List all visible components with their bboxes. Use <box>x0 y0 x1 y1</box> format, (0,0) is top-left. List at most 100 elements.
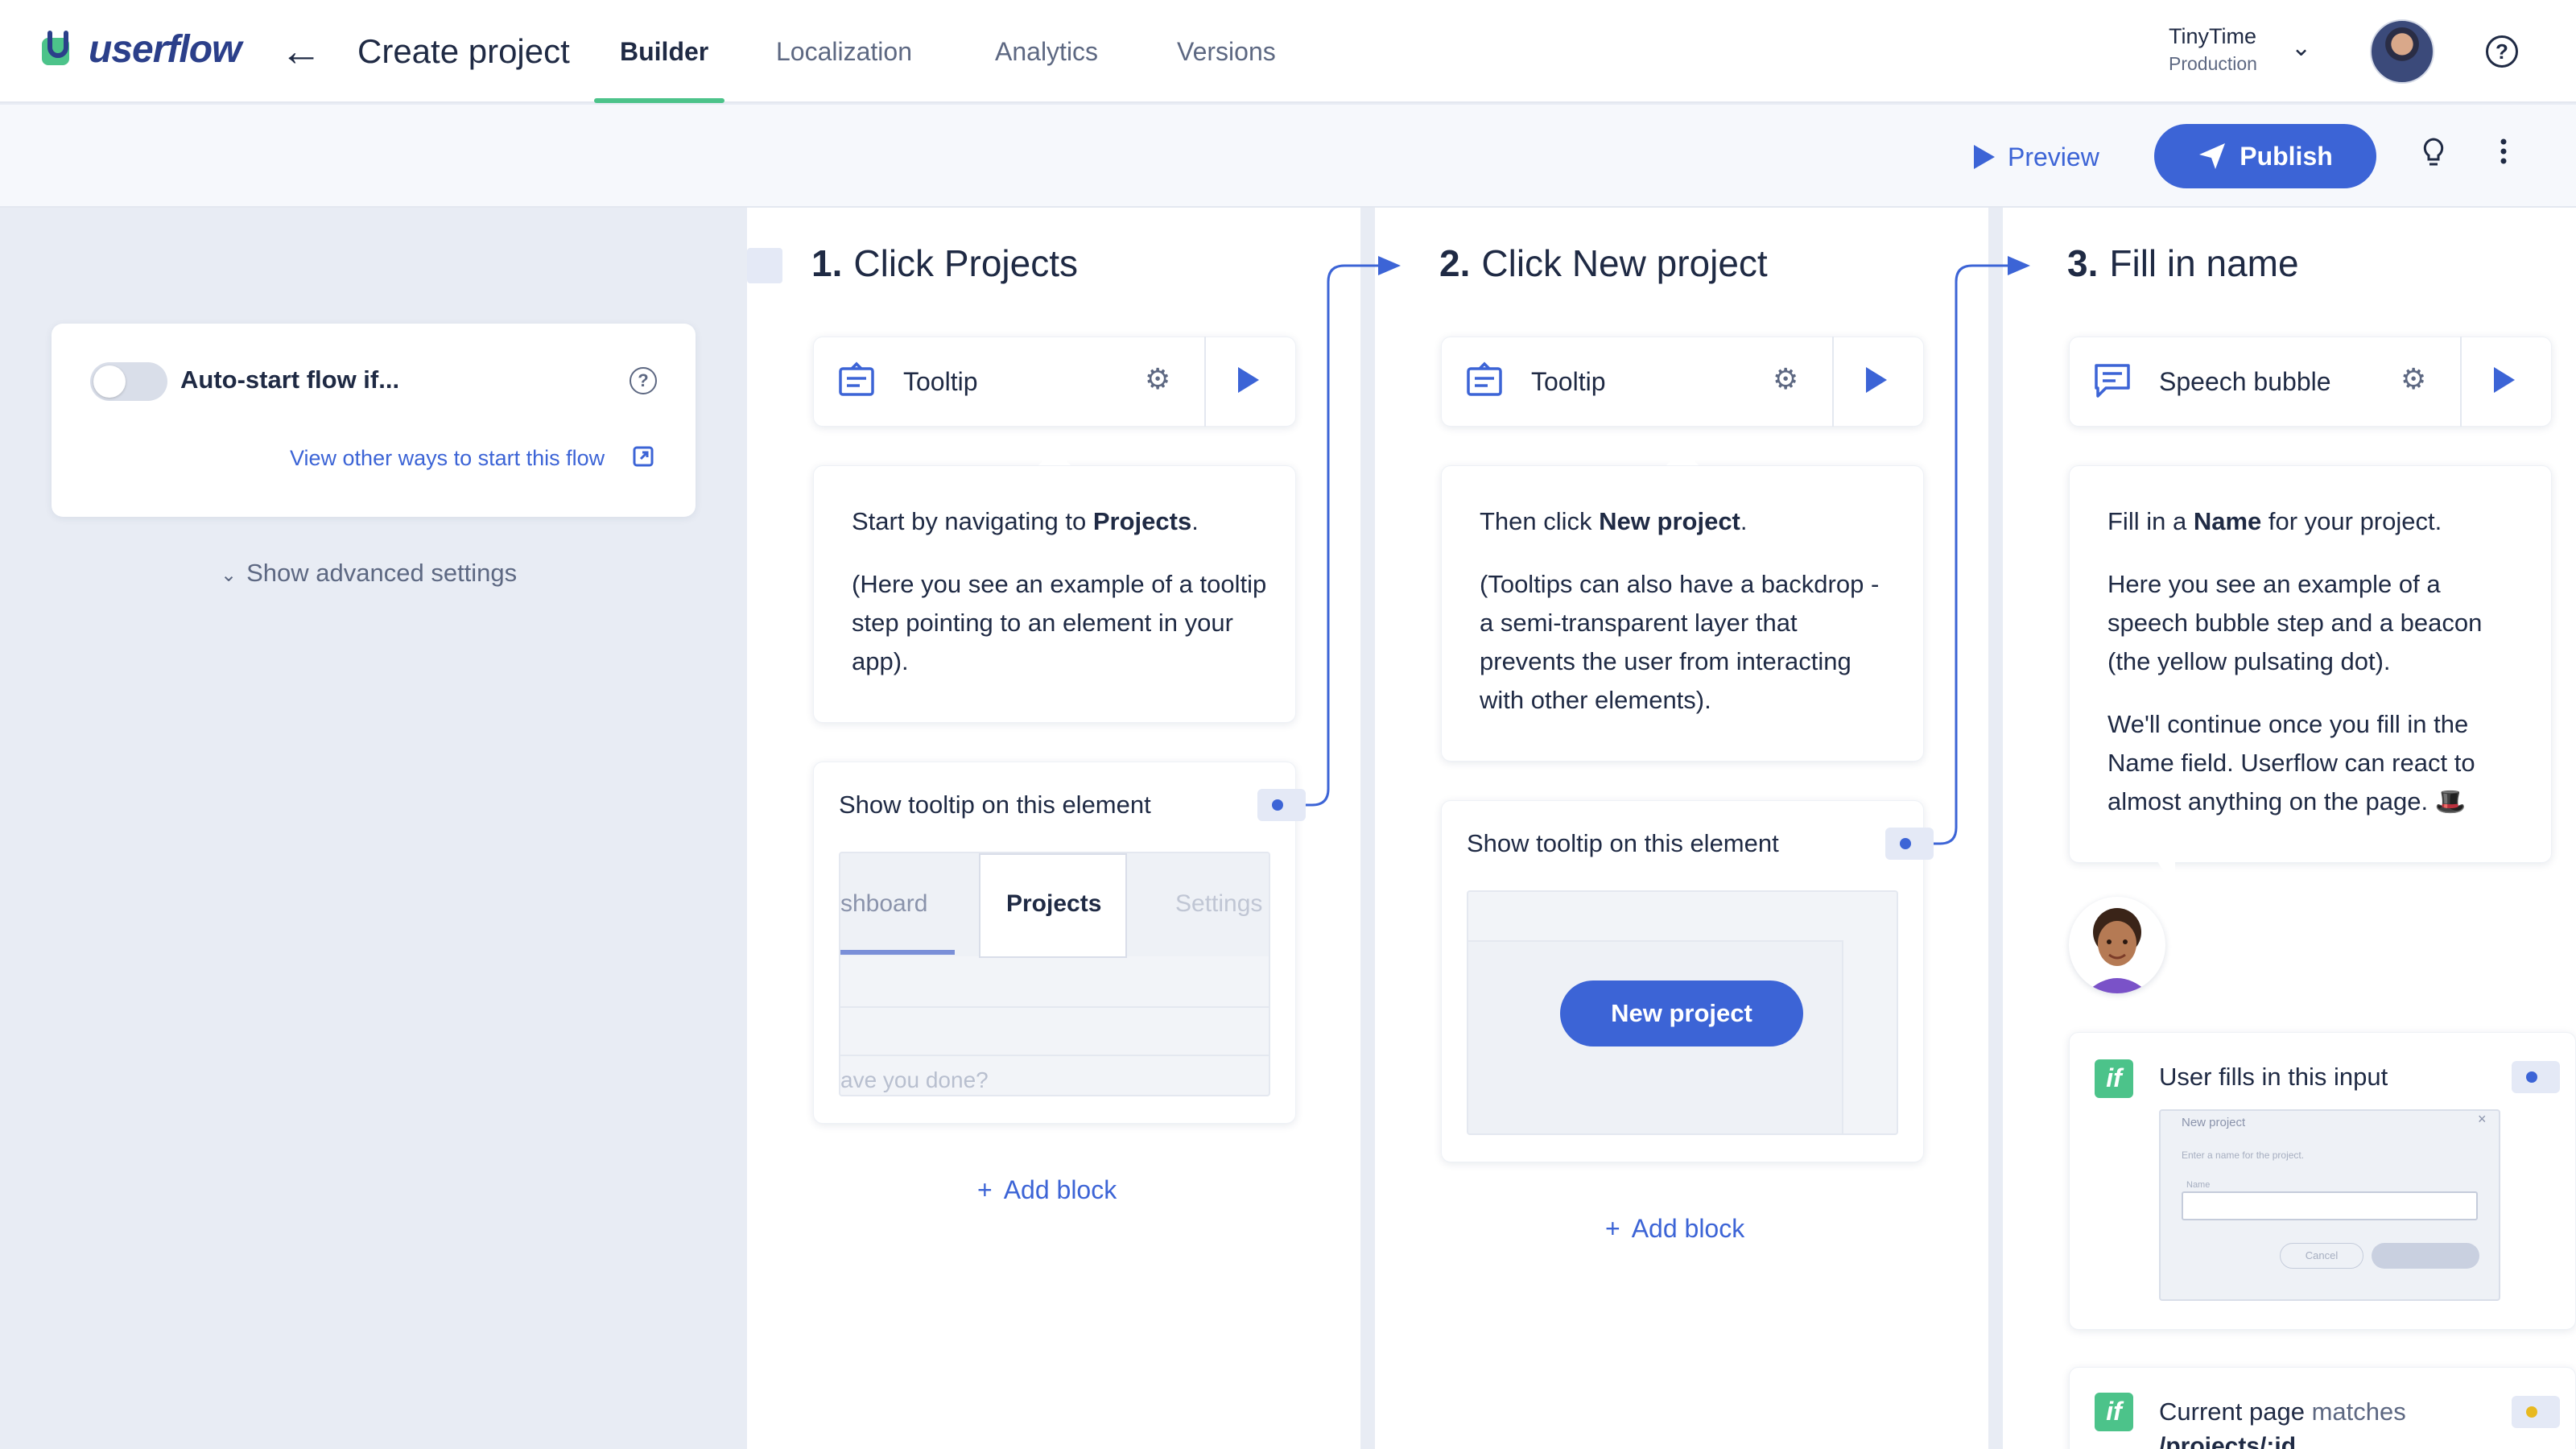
connector-handle[interactable] <box>2512 1061 2560 1093</box>
start-settings-card <box>52 324 696 517</box>
page-title: Create project <box>357 32 570 70</box>
tooltip-pointer <box>1038 449 1071 465</box>
preview-tab: Settings <box>1175 890 1263 917</box>
block-header-card[interactable] <box>813 336 1296 427</box>
divider <box>2460 336 2462 427</box>
if-badge-icon: if <box>2095 1059 2133 1098</box>
column-divider <box>1360 208 1375 1449</box>
chevron-down-icon: ⌄ <box>221 564 237 586</box>
content-paragraph: (Tooltips can also have a backdrop - a s… <box>1480 570 1880 714</box>
element-preview: shboard Projects Settings ave you done? <box>839 852 1270 1096</box>
block-header-card[interactable] <box>1441 336 1924 427</box>
step-title[interactable]: 2. Click New project <box>1439 242 1768 285</box>
autostart-label: Auto-start flow if... <box>180 365 400 394</box>
step-title-text: Click Projects <box>853 242 1078 284</box>
step-number: 2. <box>1439 242 1471 284</box>
step-title[interactable]: 1. Click Projects <box>811 242 1078 285</box>
help-icon[interactable]: ? <box>2486 35 2518 68</box>
target-label: Show tooltip on this element <box>839 791 1151 819</box>
preview-placeholder: ave you done? <box>840 1067 989 1092</box>
play-icon[interactable] <box>2492 365 2516 398</box>
preview-tab-underline <box>840 950 955 955</box>
step-title-text: Fill in name <box>2109 242 2299 284</box>
autostart-toggle[interactable] <box>90 362 167 401</box>
plus-icon: + <box>977 1175 993 1204</box>
if-badge-icon: if <box>2095 1393 2133 1431</box>
user-avatar[interactable] <box>2370 19 2434 84</box>
org-name[interactable]: TinyTime <box>2169 24 2256 49</box>
input-preview: New project × Enter a name for the proje… <box>2159 1109 2500 1301</box>
divider <box>1204 336 1206 427</box>
advanced-label: Show advanced settings <box>246 559 518 587</box>
target-label: Show tooltip on this element <box>1467 829 1779 857</box>
preview-dialog-title: New project <box>2182 1116 2246 1129</box>
character-avatar <box>2069 897 2165 993</box>
content-paragraph: Start by navigating to Projects. <box>852 507 1199 535</box>
condition-path: /projects/:id <box>2159 1433 2297 1449</box>
column-divider <box>1988 208 2003 1449</box>
divider <box>1832 336 1834 427</box>
connector-handle[interactable] <box>1885 828 1934 860</box>
tooltip-icon <box>837 361 876 399</box>
preview-label: Preview <box>2008 142 2099 171</box>
preview-tab-selected: Projects <box>1006 890 1102 917</box>
play-icon <box>1974 145 1995 169</box>
plus-icon: + <box>1605 1214 1620 1243</box>
connector-handle[interactable] <box>2512 1396 2560 1428</box>
question-icon[interactable]: ? <box>630 367 657 394</box>
step-title[interactable]: 3. Fill in name <box>2067 242 2299 285</box>
speech-bubble-content: Fill in a Name for your project. Here yo… <box>2107 502 2526 821</box>
publish-label: Publish <box>2240 141 2333 171</box>
connector-handle[interactable] <box>1257 789 1306 821</box>
external-link-icon[interactable] <box>633 446 654 473</box>
add-block-button[interactable]: + Add block <box>977 1175 1117 1205</box>
show-advanced-settings[interactable]: ⌄ Show advanced settings <box>221 559 517 588</box>
back-arrow-icon[interactable]: ← <box>280 31 322 72</box>
publish-button[interactable]: Publish <box>2154 124 2376 188</box>
content-paragraph: Here you see an example of a speech bubb… <box>2107 570 2483 675</box>
block-type-label: Speech bubble <box>2159 367 2331 396</box>
preview-field-label: Name <box>2186 1180 2211 1190</box>
preview-tab: shboard <box>840 890 928 917</box>
chevron-down-icon[interactable]: ⌄ <box>2291 34 2311 62</box>
step-number: 1. <box>811 242 843 284</box>
tab-builder[interactable]: Builder <box>620 37 708 67</box>
preview-button[interactable]: Preview <box>1972 137 2099 177</box>
tab-localization[interactable]: Localization <box>776 37 912 67</box>
userflow-logo[interactable]: userflow <box>39 27 242 72</box>
block-type-label: Tooltip <box>903 367 978 396</box>
preview-hint: Enter a name for the project. <box>2182 1150 2305 1161</box>
gear-icon[interactable]: ⚙ <box>1145 362 1170 396</box>
element-preview: New project <box>1467 890 1898 1135</box>
preview-new-project-button: New project <box>1560 980 1803 1046</box>
content-paragraph: Then click New project. <box>1480 507 1748 535</box>
condition-label: User fills in this input <box>2159 1063 2388 1091</box>
step-title-text: Click New project <box>1481 242 1768 284</box>
play-icon[interactable] <box>1236 365 1261 398</box>
speech-bubble-icon <box>2093 361 2132 399</box>
lightbulb-icon[interactable] <box>2421 137 2446 176</box>
gear-icon[interactable]: ⚙ <box>1773 362 1798 396</box>
tooltip-pointer <box>1666 449 1699 465</box>
step-input-pin <box>747 248 782 283</box>
gear-icon[interactable]: ⚙ <box>2401 362 2426 396</box>
content-paragraph: Fill in a Name for your project. <box>2107 507 2442 535</box>
tooltip-icon <box>1465 361 1504 399</box>
tab-versions[interactable]: Versions <box>1177 37 1276 67</box>
tooltip-content: Start by navigating to Projects. (Here y… <box>852 502 1270 681</box>
add-block-button[interactable]: + Add block <box>1605 1214 1744 1244</box>
step-number: 3. <box>2067 242 2099 284</box>
play-icon[interactable] <box>1864 365 1889 398</box>
speech-bubble-tail <box>2157 861 2175 890</box>
tab-analytics[interactable]: Analytics <box>995 37 1098 67</box>
other-ways-link[interactable]: View other ways to start this flow <box>290 446 605 471</box>
content-paragraph: We'll continue once you fill in the Name… <box>2107 710 2475 815</box>
preview-primary-button <box>2372 1243 2479 1269</box>
send-icon <box>2199 143 2226 169</box>
tooltip-content: Then click New project. (Tooltips can al… <box>1480 502 1898 720</box>
close-icon: × <box>2478 1111 2487 1127</box>
active-tab-indicator <box>594 98 724 103</box>
more-options-icon[interactable] <box>2499 135 2508 175</box>
condition-label: Current page matches <box>2159 1397 2406 1426</box>
org-environment[interactable]: Production <box>2169 53 2257 75</box>
